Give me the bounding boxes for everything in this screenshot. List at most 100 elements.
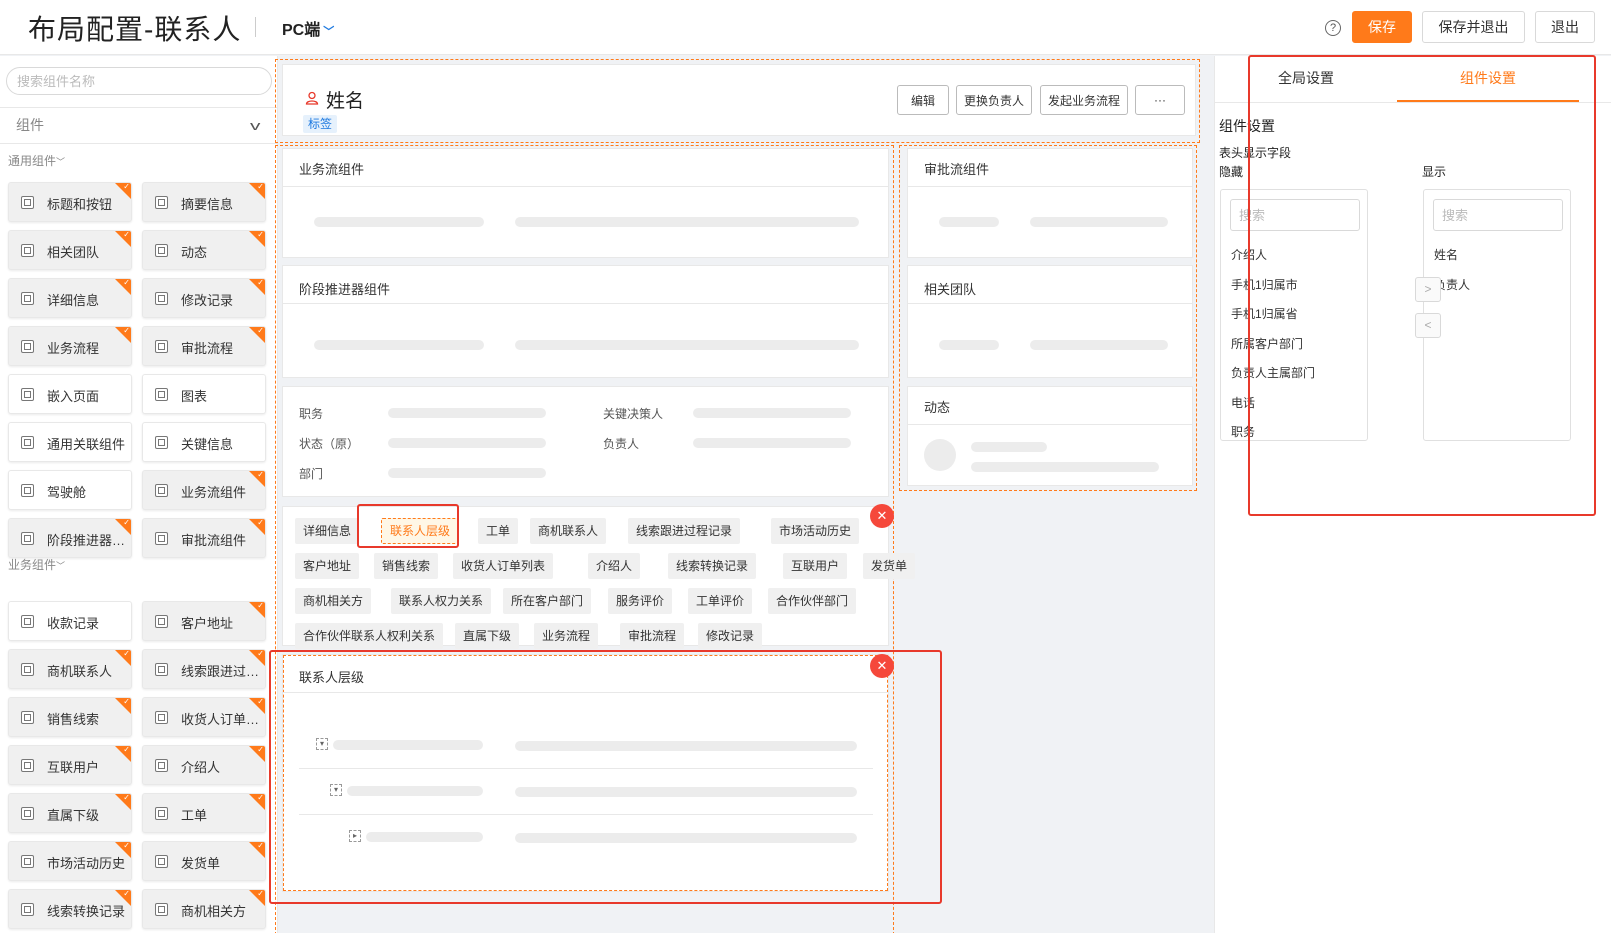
component-tile[interactable]: 业务流程 <box>8 326 132 366</box>
component-tile[interactable]: 标题和按钮 <box>8 182 132 222</box>
component-icon <box>155 807 168 820</box>
help-icon[interactable]: ? <box>1325 20 1341 36</box>
related-tab[interactable]: 商机联系人 <box>530 518 607 544</box>
related-tab[interactable]: 线索跟进过程记录 <box>628 518 741 544</box>
component-tile[interactable]: 图表 <box>142 374 266 414</box>
related-tab[interactable]: 销售线索 <box>374 553 439 579</box>
key-fields-card[interactable]: 职务 状态（原） 部门 关键决策人 负责人 <box>282 386 889 497</box>
field-label: 关键决策人 <box>603 407 664 421</box>
save-button[interactable]: 保存 <box>1352 11 1412 43</box>
component-tile[interactable]: 发货单 <box>142 841 266 881</box>
component-tile[interactable]: 市场活动历史 <box>8 841 132 881</box>
skeleton-bar <box>515 217 859 227</box>
card-divider <box>283 303 888 304</box>
component-tile[interactable]: 收款记录 <box>8 601 132 641</box>
component-tile[interactable]: 修改记录 <box>142 278 266 318</box>
component-tile-label: 工单 <box>181 808 208 823</box>
component-tile[interactable]: 关键信息 <box>142 422 266 462</box>
component-tile[interactable]: 相关团队 <box>8 230 132 270</box>
component-tile[interactable]: 商机联系人 <box>8 649 132 689</box>
related-tab[interactable]: 客户地址 <box>295 553 360 579</box>
component-tile[interactable]: 详细信息 <box>8 278 132 318</box>
related-tab[interactable]: 商机相关方 <box>295 588 372 614</box>
exit-button[interactable]: 退出 <box>1535 11 1595 43</box>
approval-flow-card-title: 审批流组件 <box>924 162 990 177</box>
platform-label: PC端 <box>282 22 321 39</box>
component-tile-label: 销售线索 <box>47 712 100 727</box>
component-tile-label: 标题和按钮 <box>47 197 113 212</box>
record-header-card[interactable]: 姓名 标签 编辑 更换负责人 发起业务流程 ··· <box>282 64 1196 136</box>
component-tile[interactable]: 收货人订单列表 <box>142 697 266 737</box>
related-tab[interactable]: 互联用户 <box>783 553 848 579</box>
component-tile-label: 通用关联组件 <box>47 437 126 452</box>
component-tile[interactable]: 驾驶舱 <box>8 470 132 510</box>
related-tab[interactable]: 工单 <box>478 518 519 544</box>
component-tile[interactable]: 直属下级 <box>8 793 132 833</box>
business-flow-card[interactable]: 业务流组件 <box>282 148 889 258</box>
save-and-exit-button[interactable]: 保存并退出 <box>1422 11 1525 43</box>
component-tile[interactable]: 商机相关方 <box>142 889 266 929</box>
business-flow-card-title: 业务流组件 <box>299 162 365 177</box>
activity-card[interactable]: 动态 <box>907 386 1193 486</box>
related-tab[interactable]: 联系人权力关系 <box>391 588 492 614</box>
related-tab[interactable]: 市场活动历史 <box>771 518 860 544</box>
more-actions-button[interactable]: ··· <box>1135 85 1185 115</box>
remove-tabs-component-button[interactable]: ✕ <box>870 504 894 528</box>
related-tab[interactable]: 工单评价 <box>688 588 753 614</box>
component-sidebar: 组件 v 通用组件﹀ 标题和按钮摘要信息相关团队动态详细信息修改记录业务流程审批… <box>0 56 278 933</box>
component-tile[interactable]: 摘要信息 <box>142 182 266 222</box>
edit-button[interactable]: 编辑 <box>897 85 949 115</box>
business-group-toggle[interactable]: 业务组件﹀ <box>8 556 65 573</box>
field-label: 状态（原） <box>299 437 360 451</box>
related-tab[interactable]: 介绍人 <box>588 553 641 579</box>
component-tile[interactable]: 动态 <box>142 230 266 270</box>
component-icon <box>155 759 168 772</box>
component-category-select[interactable]: 组件 v <box>0 107 277 144</box>
component-tile[interactable]: 审批流组件 <box>142 518 266 558</box>
header-divider <box>255 17 256 37</box>
related-tab[interactable]: 业务流程 <box>534 623 599 649</box>
component-search-input[interactable] <box>6 67 272 95</box>
related-team-card[interactable]: 相关团队 <box>907 265 1193 378</box>
component-tile[interactable]: 通用关联组件 <box>8 422 132 462</box>
component-icon <box>155 340 168 353</box>
component-icon <box>21 292 34 305</box>
component-tile[interactable]: 线索转换记录 <box>8 889 132 929</box>
related-tab[interactable]: 详细信息 <box>295 518 360 544</box>
stage-progress-card[interactable]: 阶段推进器组件 <box>282 265 889 378</box>
component-tile-label: 嵌入页面 <box>47 389 100 404</box>
related-tab[interactable]: 线索转换记录 <box>668 553 757 579</box>
chevron-down-icon: ﹀ <box>56 157 66 167</box>
skeleton-bar <box>1030 340 1168 350</box>
general-group-toggle[interactable]: 通用组件﹀ <box>8 152 65 169</box>
platform-dropdown[interactable]: PC端 ﹀ <box>282 16 334 40</box>
related-tab[interactable]: 合作伙伴部门 <box>768 588 857 614</box>
approval-flow-card[interactable]: 审批流组件 <box>907 148 1193 258</box>
related-tab[interactable]: 合作伙伴联系人权利关系 <box>295 623 444 649</box>
component-tile[interactable]: 互联用户 <box>8 745 132 785</box>
related-tab[interactable]: 发货单 <box>863 553 916 579</box>
component-tile[interactable]: 业务流组件 <box>142 470 266 510</box>
skeleton-bar <box>388 468 546 478</box>
added-check-icon <box>115 842 131 858</box>
component-tile[interactable]: 客户地址 <box>142 601 266 641</box>
component-tile[interactable]: 销售线索 <box>8 697 132 737</box>
activity-card-title: 动态 <box>924 400 951 415</box>
related-tab[interactable]: 收货人订单列表 <box>453 553 554 579</box>
added-check-icon <box>115 231 131 247</box>
related-tab[interactable]: 所在客户部门 <box>503 588 592 614</box>
change-owner-button[interactable]: 更换负责人 <box>956 85 1032 115</box>
related-tab[interactable]: 直属下级 <box>455 623 520 649</box>
component-tile-label: 客户地址 <box>181 616 234 631</box>
related-tab[interactable]: 审批流程 <box>620 623 685 649</box>
component-tile[interactable]: 审批流程 <box>142 326 266 366</box>
component-tile[interactable]: 工单 <box>142 793 266 833</box>
component-tile[interactable]: 阶段推进器组件 <box>8 518 132 558</box>
component-icon <box>21 903 34 916</box>
component-tile[interactable]: 介绍人 <box>142 745 266 785</box>
component-tile[interactable]: 线索跟进过程记录 <box>142 649 266 689</box>
related-tab[interactable]: 修改记录 <box>698 623 763 649</box>
start-business-flow-button[interactable]: 发起业务流程 <box>1040 85 1128 115</box>
related-tab[interactable]: 服务评价 <box>608 588 673 614</box>
component-tile[interactable]: 嵌入页面 <box>8 374 132 414</box>
